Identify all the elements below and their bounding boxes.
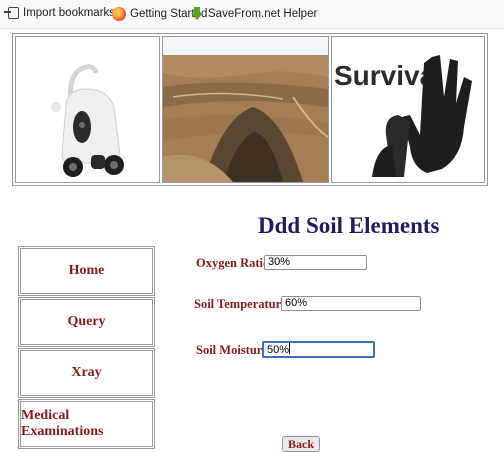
firefox-icon [112,7,126,21]
nav-item-label[interactable]: Home [20,248,153,294]
bookmark-label: SaveFrom.net Helper [208,8,318,20]
soil-moisture-input[interactable]: 50% [262,341,375,358]
bookmark-label: Import bookmarks... [23,7,125,19]
bookmarks-toolbar: Import bookmarks... Getting Started Save… [0,0,504,29]
bookmark-import[interactable]: Import bookmarks... [4,7,125,19]
soil-moisture-value: 50% [267,344,290,356]
oxygen-ratio-input[interactable]: 30% [264,255,367,270]
oxygen-ratio-label: Oxygen Ratio [196,256,270,270]
nav-item-home[interactable]: Home [18,246,155,296]
soil-temperature-input[interactable]: 60% [281,296,421,311]
savefrom-icon [190,7,204,21]
survival-image: Survival [331,36,485,183]
oxygen-ratio-value: 30% [268,256,291,268]
nav-item-label[interactable]: Medical Examinations [20,401,153,447]
nav-item-label[interactable]: Query [20,299,153,345]
import-icon [4,7,19,19]
nav-item-medical-examinations[interactable]: Medical Examinations [18,399,155,449]
soil-temperature-label: Soil Temperature [194,297,287,311]
robot-image [15,36,160,183]
page-title: Ddd Soil Elements [258,213,440,238]
mine-image [162,36,329,183]
image-banner: Survival [12,33,488,186]
soil-moisture-label: Soil Moisture [196,343,268,357]
soil-temperature-value: 60% [285,297,308,309]
nav-item-label[interactable]: Xray [20,350,153,396]
nav-item-query[interactable]: Query [18,297,155,347]
bookmark-savefrom[interactable]: SaveFrom.net Helper [190,7,317,21]
text-caret [289,343,291,354]
nav-item-xray[interactable]: Xray [18,348,155,398]
